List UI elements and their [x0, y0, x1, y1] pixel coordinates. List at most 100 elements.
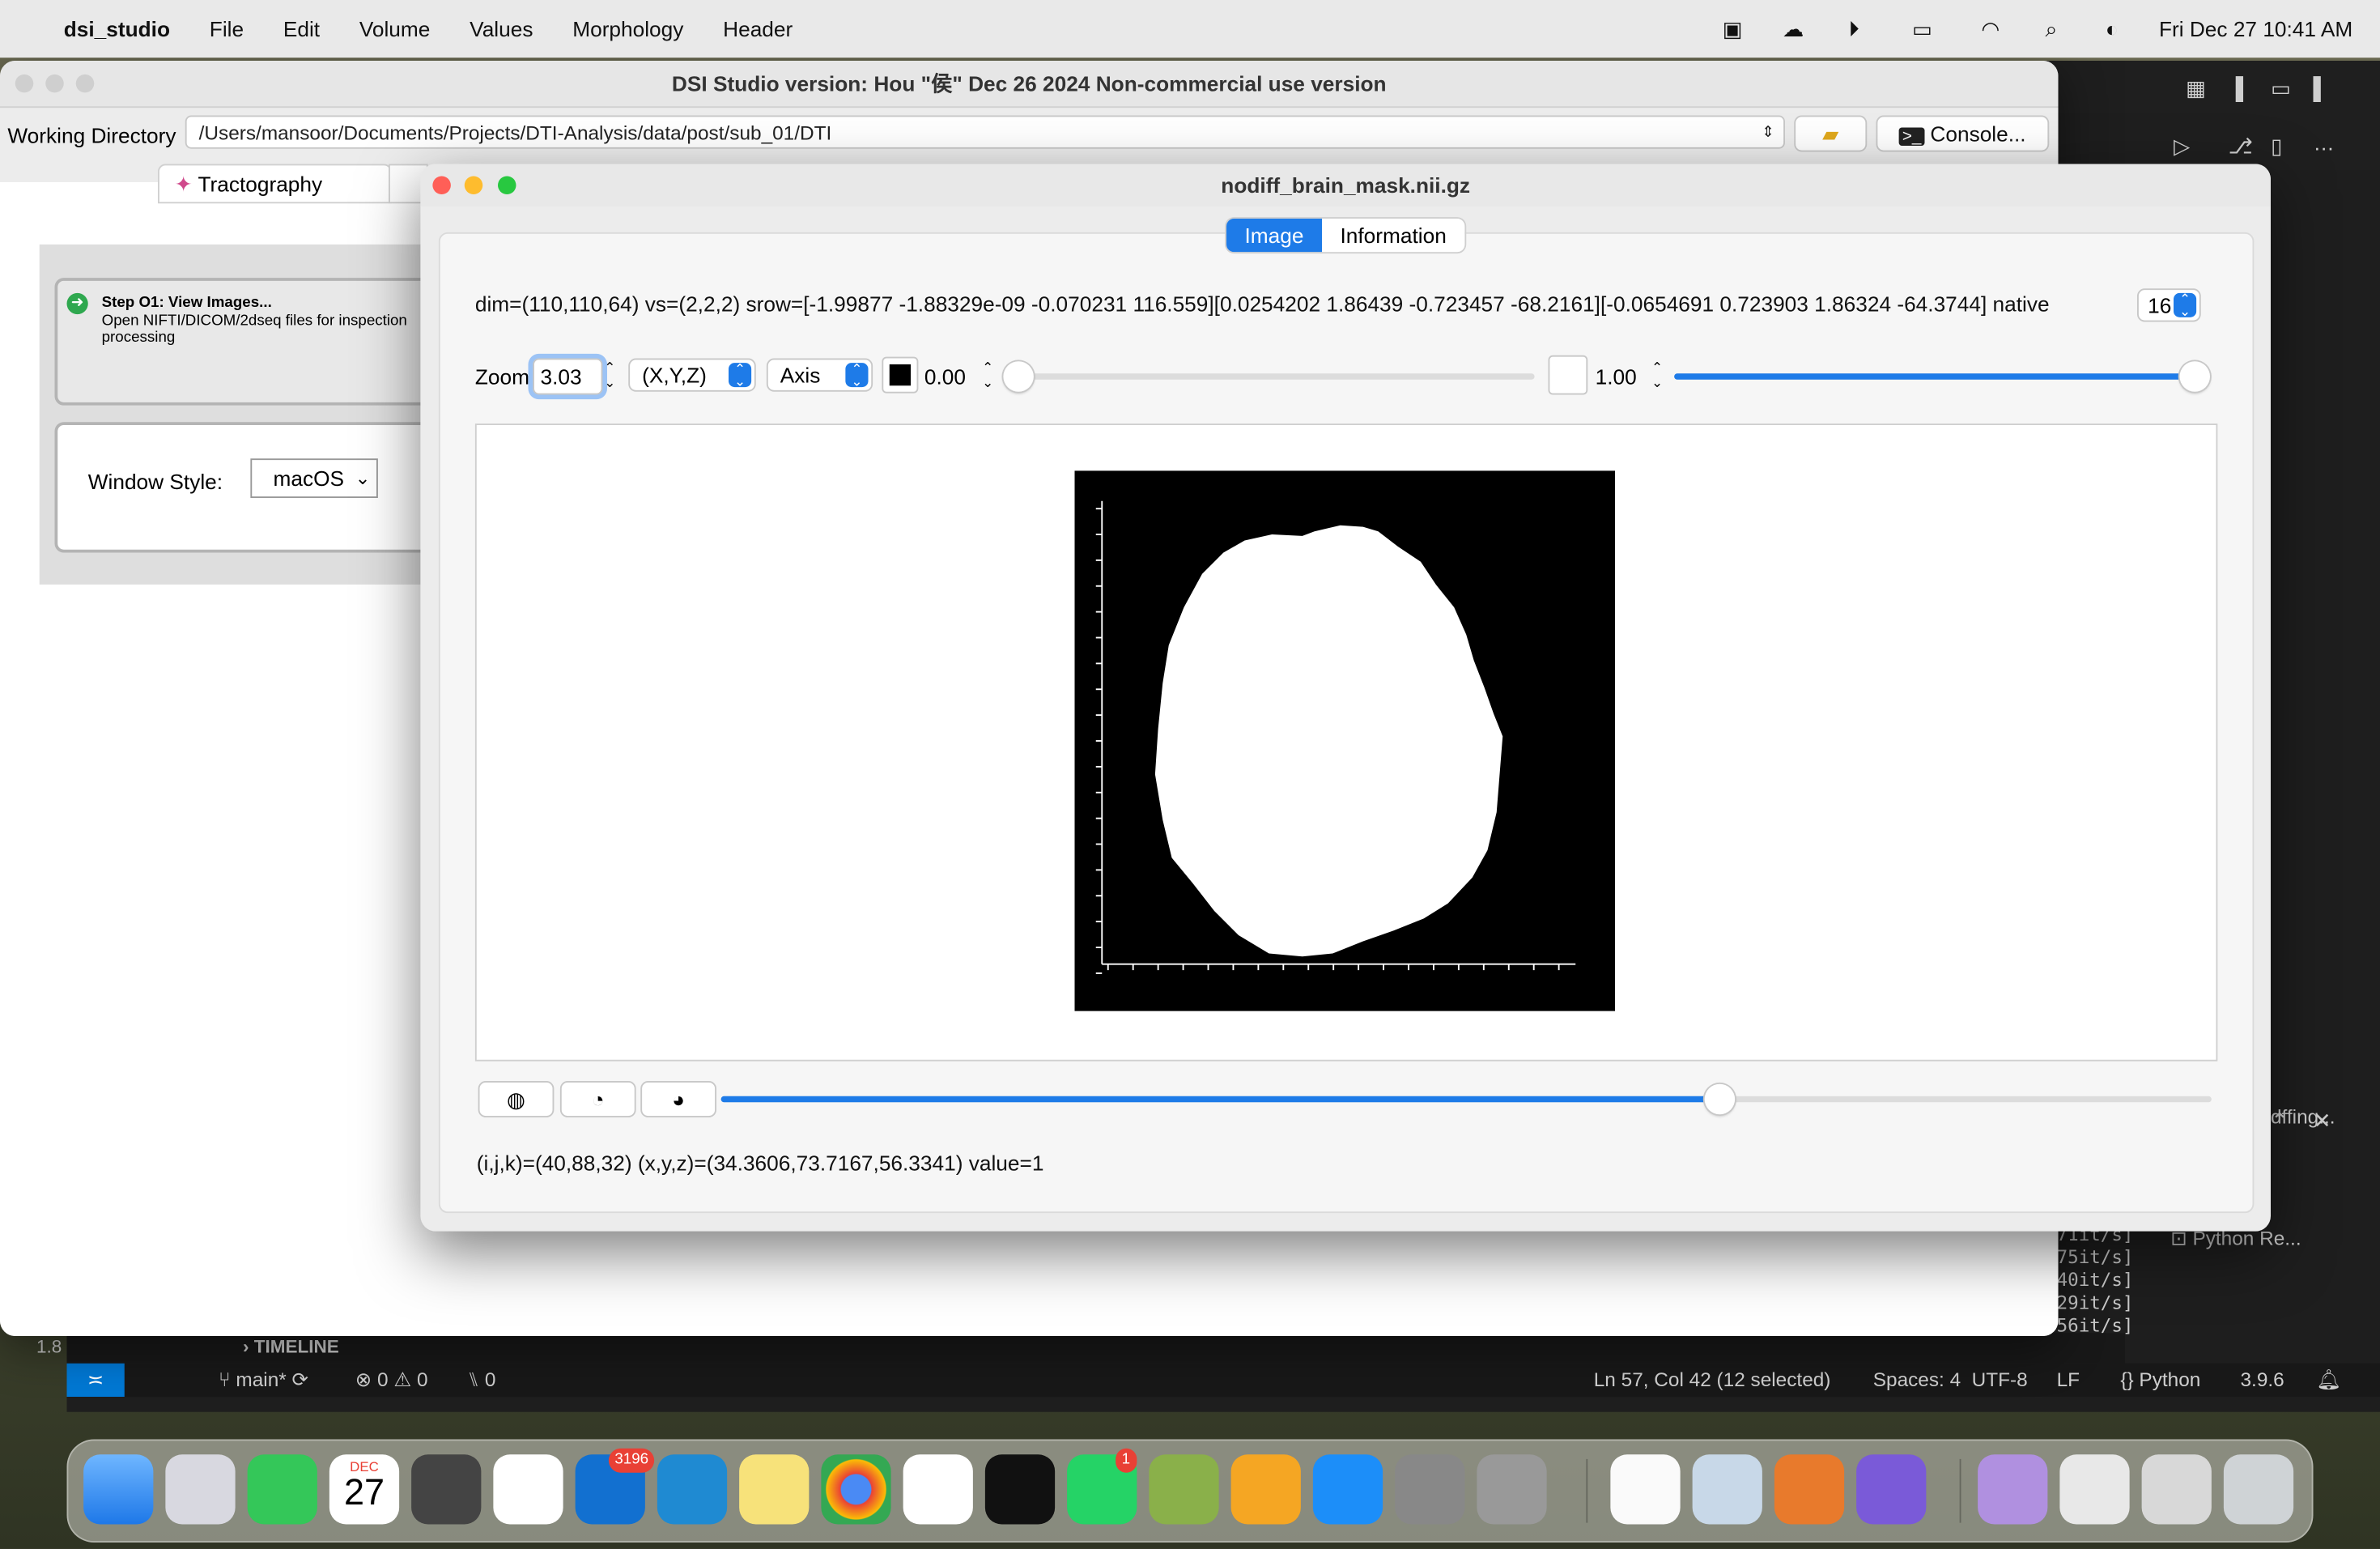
layout-icon[interactable]: ▦ [2186, 76, 2206, 102]
textedit-icon[interactable] [1610, 1454, 1680, 1524]
app-store-icon[interactable] [1313, 1454, 1383, 1524]
tab-information[interactable]: Information [1322, 219, 1464, 252]
close-button[interactable] [432, 177, 451, 195]
window-thumb[interactable] [2142, 1454, 2212, 1524]
more-icon[interactable]: … [2314, 130, 2335, 155]
menu-edit[interactable]: Edit [283, 17, 320, 41]
bell-icon[interactable]: 🔔︎ [2316, 1368, 2341, 1392]
system-settings-icon[interactable] [1395, 1454, 1464, 1524]
wifi-icon[interactable]: ◠ [1977, 17, 2004, 41]
open-folder-button[interactable]: ▰ [1794, 116, 1867, 152]
facetime-icon[interactable] [248, 1454, 317, 1524]
max-slider[interactable] [1674, 373, 2195, 380]
axis-select[interactable]: Axis ⌃⌄ [767, 359, 873, 392]
preview-icon[interactable] [1693, 1454, 1762, 1524]
max-stepper[interactable]: ⌃⌄ [1651, 360, 1663, 390]
braces-icon: {} [2120, 1368, 2139, 1390]
outlook-status-icon[interactable]: ▣ [1719, 17, 1746, 41]
source-control-icon[interactable]: ⎇ [2229, 134, 2253, 160]
menu-volume[interactable]: Volume [359, 17, 431, 41]
menu-header[interactable]: Header [723, 17, 793, 41]
sidebar-toggle-icon[interactable]: ▐ [2229, 76, 2244, 100]
split-editor-icon[interactable]: ▯ [2271, 134, 2282, 160]
terminal-app-icon[interactable] [985, 1454, 1055, 1524]
problems-status[interactable]: ⊗ 0 ⚠ 0 [355, 1368, 428, 1392]
native-select[interactable]: 16 ⌃⌄ [2137, 288, 2201, 321]
tiger-app-icon[interactable] [1774, 1454, 1844, 1524]
minimize-button[interactable] [45, 74, 64, 93]
min-slider[interactable] [1018, 373, 1535, 380]
cursor-position[interactable]: Ln 57, Col 42 (12 selected) [1594, 1368, 1831, 1390]
close-panel-icon[interactable]: ✕ [2314, 1109, 2331, 1134]
min-color-button[interactable] [882, 357, 918, 394]
dsi-window-thumb[interactable] [1978, 1454, 2047, 1524]
whatsapp-icon[interactable]: 1 [1067, 1454, 1137, 1524]
vpn-icon[interactable] [1149, 1454, 1218, 1524]
calculator-icon[interactable] [411, 1454, 481, 1524]
reminders-icon[interactable] [493, 1454, 563, 1524]
window-thumb[interactable] [2059, 1454, 2129, 1524]
launchpad-icon[interactable] [165, 1454, 235, 1524]
outlook-icon[interactable]: 3196 [576, 1454, 645, 1524]
python-version[interactable]: 3.9.6 [2241, 1368, 2284, 1390]
min-slider-handle[interactable] [1003, 361, 1034, 392]
min-value[interactable]: 0.00 [924, 364, 966, 389]
console-button[interactable]: >_ Console... [1876, 116, 2050, 152]
minimize-button[interactable] [465, 177, 483, 195]
close-button[interactable] [15, 74, 34, 93]
menu-file[interactable]: File [210, 17, 244, 41]
control-center-icon[interactable]: ◐ [2098, 17, 2126, 41]
zoom-stepper[interactable]: ⌃⌄ [604, 360, 615, 390]
slack-icon[interactable] [903, 1454, 973, 1524]
zoom-input[interactable]: 3.03 [533, 359, 602, 395]
cloud-status-icon[interactable]: ☁ [1779, 17, 1807, 41]
run-icon[interactable]: ▷ [2174, 134, 2190, 160]
tab-tractography[interactable]: ✦ Tractography [158, 164, 392, 204]
max-value[interactable]: 1.00 [1596, 364, 1637, 389]
pages-icon[interactable] [1231, 1454, 1301, 1524]
branch-status[interactable]: ⑂ main* ⟳ [219, 1368, 308, 1392]
notes-icon[interactable] [739, 1454, 809, 1524]
menu-morphology[interactable]: Morphology [572, 17, 683, 41]
tab-image[interactable]: Image [1226, 219, 1322, 252]
sagittal-view-button[interactable]: ◍ [478, 1081, 555, 1117]
max-color-button[interactable] [1549, 355, 1588, 395]
coordinate-select[interactable]: (X,Y,Z) ⌃⌄ [628, 359, 756, 392]
dsi-studio-icon[interactable] [1856, 1454, 1926, 1524]
panel-toggle-icon[interactable]: ▭ [2271, 76, 2291, 102]
zoom-button[interactable] [76, 74, 95, 93]
brain-mask-slice[interactable] [1075, 470, 1616, 1011]
indentation[interactable]: Spaces: 4 [1873, 1368, 1961, 1390]
ports-status[interactable]: ⑊ 0 [468, 1368, 496, 1390]
slice-slider[interactable] [721, 1096, 2212, 1103]
coronal-view-button[interactable]: ◔ [560, 1081, 636, 1117]
max-slider-handle[interactable] [2180, 361, 2211, 392]
working-directory-field[interactable]: /Users/mansoor/Documents/Projects/DTI-An… [185, 116, 1785, 149]
remote-icon[interactable]: ≍ [67, 1364, 125, 1397]
play-icon[interactable]: ⏵ [1840, 17, 1868, 41]
xquartz-icon[interactable] [1477, 1454, 1546, 1524]
step-view-images[interactable]: ➜ Step O1: View Images... Open NIFTI/DIC… [55, 278, 435, 406]
finder-icon[interactable] [83, 1454, 153, 1524]
encoding[interactable]: UTF-8 [1972, 1368, 2028, 1390]
image-canvas[interactable] [475, 423, 2218, 1062]
window-style-select[interactable]: macOS ⌄ [250, 458, 378, 498]
menu-values[interactable]: Values [470, 17, 533, 41]
calendar-icon[interactable]: DEC 27 [329, 1454, 399, 1524]
timeline-header[interactable]: › TIMELINE [243, 1336, 339, 1357]
eol[interactable]: LF [2057, 1368, 2080, 1390]
secondary-sidebar-icon[interactable]: ▌ [2314, 76, 2329, 100]
axial-view-button[interactable]: ◕ [640, 1081, 716, 1117]
app-menu[interactable]: dsi_studio [64, 17, 170, 41]
vscode-icon[interactable] [657, 1454, 727, 1524]
clock[interactable]: Fri Dec 27 10:41 AM [2159, 17, 2352, 41]
language-mode[interactable]: {} Python [2120, 1368, 2200, 1390]
trash-icon[interactable] [2224, 1454, 2293, 1524]
chevron-up-icon[interactable]: ⌃ [2271, 1109, 2289, 1134]
search-icon[interactable]: ⌕ [2038, 17, 2065, 41]
slice-slider-handle[interactable] [1705, 1084, 1736, 1115]
min-stepper[interactable]: ⌃⌄ [982, 360, 993, 390]
zoom-button[interactable] [498, 177, 516, 195]
battery-icon[interactable]: ▭ [1901, 17, 1944, 41]
chrome-icon[interactable] [821, 1454, 890, 1524]
